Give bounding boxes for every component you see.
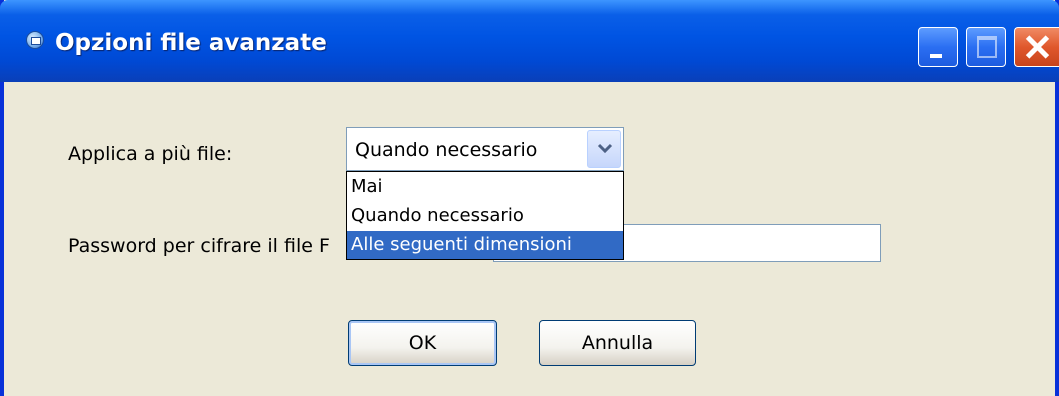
dropdown-list: Mai Quando necessario Alle seguenti dime… [346, 171, 624, 260]
dropdown-option-alle-seguenti-dimensioni[interactable]: Alle seguenti dimensioni [347, 231, 623, 259]
ok-button[interactable]: OK [348, 320, 497, 366]
apply-label: Applica a più file: [68, 143, 233, 165]
chevron-down-icon [597, 143, 613, 154]
minimize-button[interactable] [918, 27, 958, 67]
minimize-icon [930, 54, 942, 58]
window-title: Opzioni file avanzate [55, 30, 327, 56]
apply-select-value: Quando necessario [355, 139, 538, 161]
dropdown-option-mai[interactable]: Mai [347, 173, 623, 201]
close-button[interactable] [1014, 27, 1059, 67]
apply-select[interactable]: Quando necessario [346, 127, 624, 171]
dialog-window: Opzioni file avanzate Applica a più file… [0, 0, 1059, 396]
close-icon [1022, 32, 1052, 62]
dropdown-button[interactable] [587, 130, 621, 168]
title-bar[interactable]: Opzioni file avanzate [0, 0, 1059, 82]
cancel-button[interactable]: Annulla [539, 320, 696, 366]
app-icon [26, 31, 44, 49]
dropdown-option-quando-necessario[interactable]: Quando necessario [347, 202, 623, 230]
maximize-icon [977, 36, 997, 58]
password-label: Password per cifrare il file F [68, 235, 330, 257]
maximize-button[interactable] [966, 27, 1006, 67]
